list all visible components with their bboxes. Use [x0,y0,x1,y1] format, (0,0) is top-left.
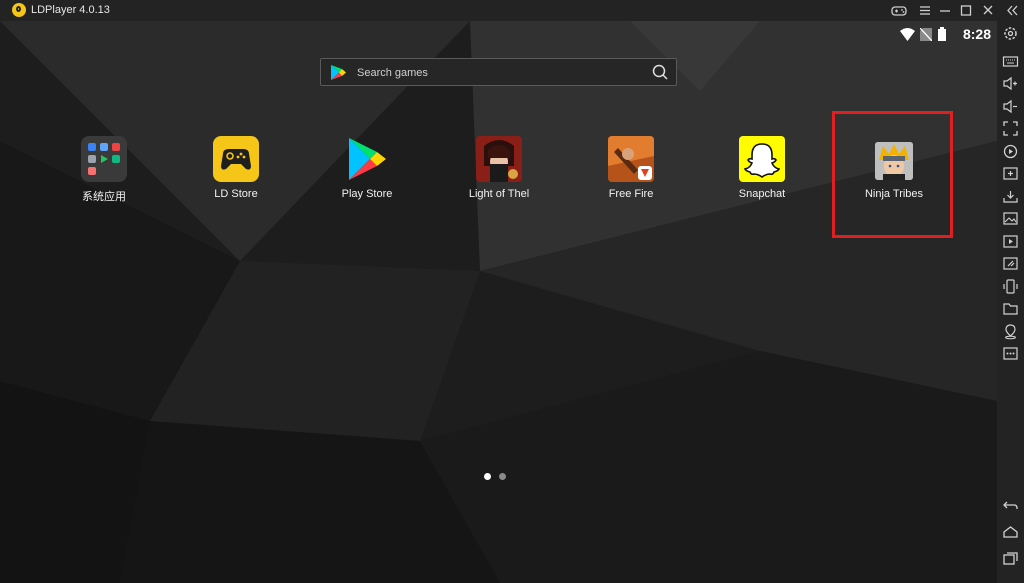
keyboard-icon[interactable] [1002,53,1019,70]
app-free-fire[interactable]: Free Fire [586,136,676,200]
ld-store-icon [213,136,259,182]
play-store-icon [344,136,390,182]
back-icon[interactable] [1002,497,1019,514]
install-icon[interactable] [1002,188,1019,205]
multi-instance-icon[interactable] [1002,255,1019,272]
title-bar: LDPlayer 4.0.13 [0,0,1024,21]
app-label: LD Store [214,188,258,200]
wifi-icon [900,28,915,41]
app-label: Play Store [341,188,393,200]
android-screen[interactable]: 8:28 系统应用 LD Store [0,21,997,583]
clock: 8:28 [962,26,991,42]
volume-down-icon[interactable] [1002,98,1019,115]
search-icon[interactable] [652,64,668,80]
home-icon[interactable] [1002,523,1019,540]
wallpaper [0,21,997,583]
app-label: Free Fire [608,188,654,200]
battery-icon [938,27,946,41]
volume-up-icon[interactable] [1002,75,1019,92]
right-toolbar [997,21,1024,583]
ldplayer-logo-icon [12,3,26,17]
app-light-of-thel[interactable]: Light of Thel [454,136,544,200]
system-apps-folder-icon [81,136,127,182]
app-ld-store[interactable]: LD Store [191,136,281,200]
record-icon[interactable] [1002,143,1019,160]
snapchat-ghost-icon [739,136,785,182]
light-of-thel-icon [476,136,522,182]
app-play-store[interactable]: Play Store [322,136,412,200]
page-indicator-active[interactable] [484,473,491,480]
app-system-apps[interactable]: 系统应用 [59,136,149,204]
app-snapchat[interactable]: Snapchat [717,136,807,200]
search-bar[interactable] [320,58,677,86]
collapse-sidebar-icon[interactable] [1003,2,1021,19]
video-icon[interactable] [1002,233,1019,250]
close-icon[interactable] [979,2,997,19]
folder-icon[interactable] [1002,300,1019,317]
search-input[interactable] [355,63,649,83]
more-icon[interactable] [1002,345,1019,362]
add-apk-icon[interactable] [1002,165,1019,182]
recent-apps-icon[interactable] [1002,550,1019,567]
highlight-box [832,111,953,238]
menu-icon[interactable] [916,2,934,19]
app-label: Snapchat [738,188,786,200]
free-fire-icon [608,136,654,182]
minimize-icon[interactable] [936,2,954,19]
gamepad-icon[interactable] [890,2,908,19]
page-indicator[interactable] [499,473,506,480]
maximize-icon[interactable] [957,2,975,19]
settings-gear-icon[interactable] [1002,25,1019,42]
shake-icon[interactable] [1002,278,1019,295]
fullscreen-icon[interactable] [1002,120,1019,137]
screenshot-icon[interactable] [1002,210,1019,227]
window-title: LDPlayer 4.0.13 [31,4,110,16]
no-sim-icon [920,28,932,41]
app-label: Light of Thel [468,188,530,200]
app-label: 系统应用 [82,191,126,203]
location-icon[interactable] [1002,323,1019,340]
google-play-icon [331,65,346,80]
